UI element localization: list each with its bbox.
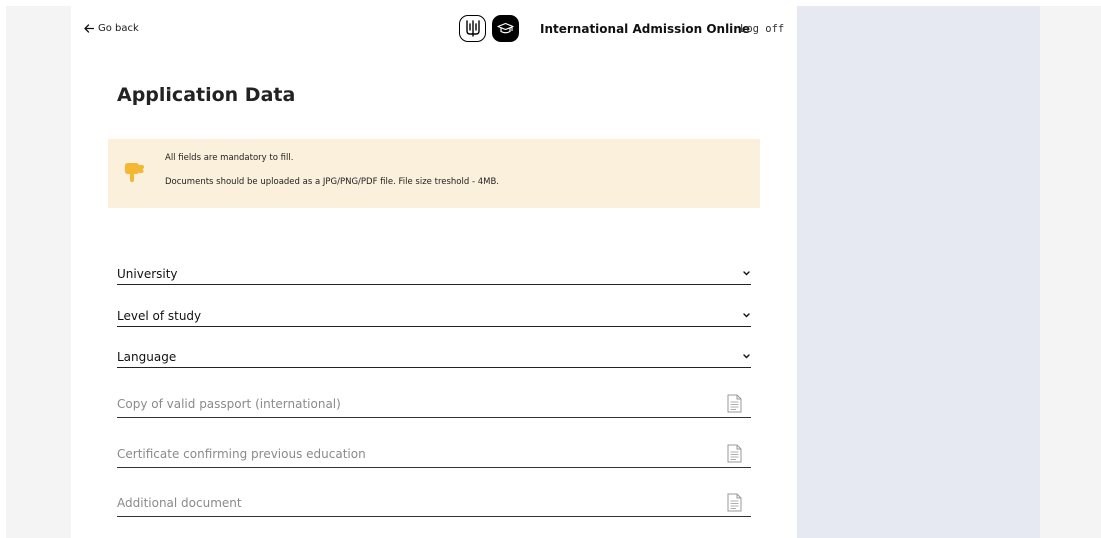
graduation-cap-logo-icon [492,15,519,42]
document-icon[interactable] [727,493,742,512]
go-back-label: Go back [98,23,139,34]
chevron-down-icon [741,269,751,279]
logo-group [459,15,519,42]
notice-upload-format-text: Documents should be uploaded as a JPG/PN… [165,177,500,187]
additional-document-upload-placeholder: Additional document [117,495,242,510]
passport-upload-field[interactable]: Copy of valid passport (international) [117,392,751,418]
level-of-study-select-label: Level of study [117,308,202,323]
university-select[interactable]: University [117,263,751,285]
document-icon[interactable] [727,394,742,413]
log-off-link[interactable]: Log off [740,23,784,35]
main-panel: Go back International Admission Online L… [71,6,797,538]
pointing-down-hand-icon [122,159,146,187]
chevron-down-icon [741,311,751,321]
education-certificate-upload-placeholder: Certificate confirming previous educatio… [117,446,366,461]
browser-viewport: Go back International Admission Online L… [6,6,1101,538]
language-select[interactable]: Language [117,346,751,368]
document-icon[interactable] [727,444,742,463]
education-certificate-upload-field[interactable]: Certificate confirming previous educatio… [117,442,751,468]
arrow-left-icon [84,24,94,33]
app-title: International Admission Online [540,22,750,36]
notice-mandatory-text: All fields are mandatory to fill. [165,153,294,163]
chevron-down-icon [741,352,751,362]
trident-logo-icon [459,15,486,42]
side-panel [797,6,1040,538]
page-title: Application Data [117,84,296,106]
language-select-label: Language [117,349,177,364]
passport-upload-placeholder: Copy of valid passport (international) [117,396,341,411]
additional-document-upload-field[interactable]: Additional document [117,491,751,517]
go-back-link[interactable]: Go back [84,23,139,34]
info-notice: All fields are mandatory to fill. Docume… [108,139,760,208]
university-select-label: University [117,266,178,281]
level-of-study-select[interactable]: Level of study [117,305,751,327]
